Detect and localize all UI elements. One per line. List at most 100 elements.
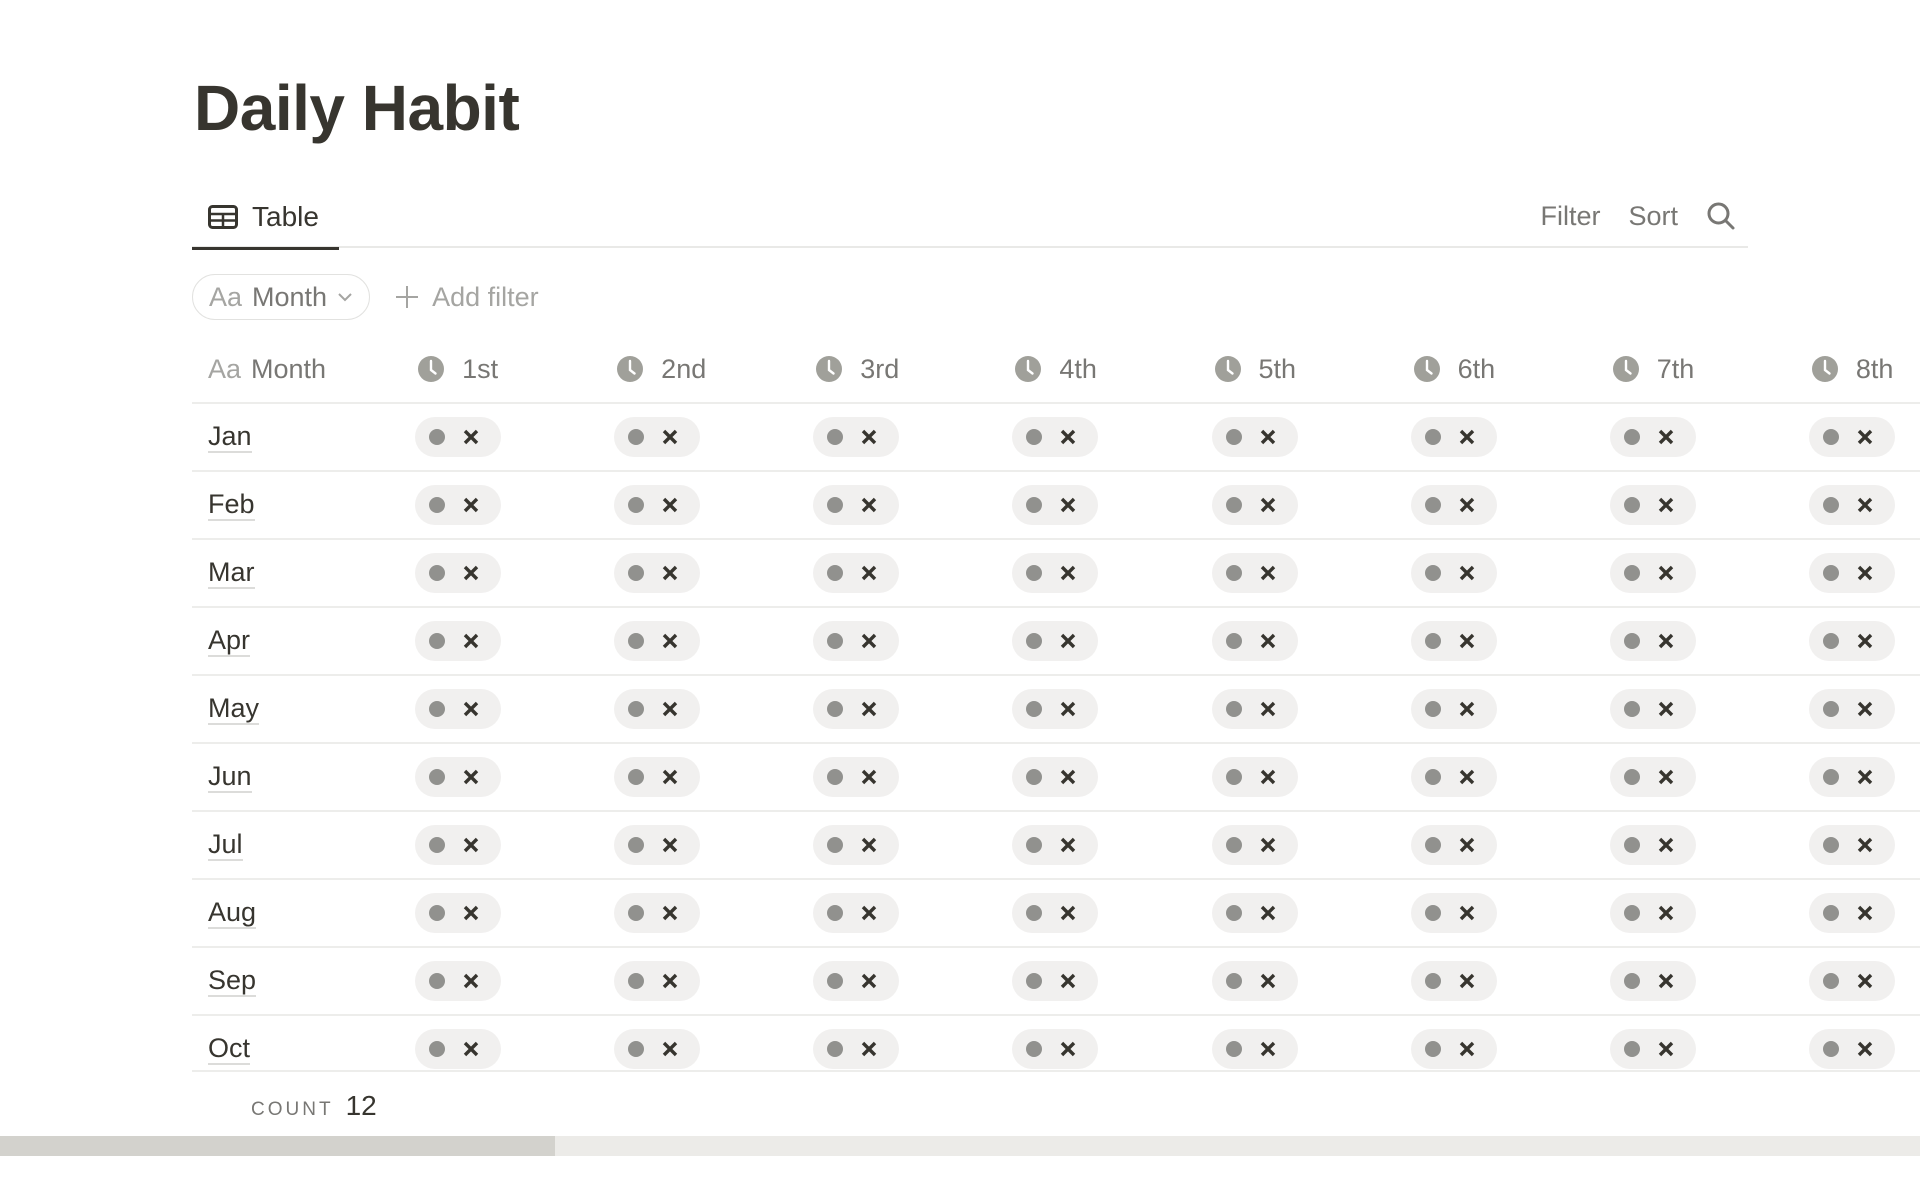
status-select[interactable] xyxy=(1012,1029,1099,1069)
month-link[interactable]: Jan xyxy=(208,421,252,453)
month-link[interactable]: Aug xyxy=(208,897,257,929)
status-select[interactable] xyxy=(1609,689,1696,729)
month-link[interactable]: Sep xyxy=(208,965,257,997)
status-select[interactable] xyxy=(614,1029,701,1069)
status-select[interactable] xyxy=(1410,553,1497,593)
status-select[interactable] xyxy=(813,961,900,1001)
status-select[interactable] xyxy=(1410,485,1497,525)
column-header-day[interactable]: 3rd xyxy=(797,336,996,402)
status-select[interactable] xyxy=(614,689,701,729)
month-filter-pill[interactable]: Aa Month xyxy=(192,274,371,320)
status-select[interactable] xyxy=(1211,825,1298,865)
month-link[interactable]: Jul xyxy=(208,829,243,861)
status-select[interactable] xyxy=(415,621,502,661)
status-select[interactable] xyxy=(1211,757,1298,797)
status-select[interactable] xyxy=(1211,961,1298,1001)
column-header-day[interactable]: 2nd xyxy=(598,336,797,402)
month-link[interactable]: Feb xyxy=(208,489,255,521)
status-select[interactable] xyxy=(1012,757,1099,797)
status-select[interactable] xyxy=(614,417,701,457)
status-select[interactable] xyxy=(614,621,701,661)
month-link[interactable]: Apr xyxy=(208,625,251,657)
status-select[interactable] xyxy=(1410,825,1497,865)
status-select[interactable] xyxy=(1211,417,1298,457)
scrollbar-thumb[interactable] xyxy=(0,1136,555,1156)
status-select[interactable] xyxy=(1410,961,1497,1001)
status-select[interactable] xyxy=(415,553,502,593)
status-select[interactable] xyxy=(813,621,900,661)
month-link[interactable]: Mar xyxy=(208,557,255,589)
status-select[interactable] xyxy=(1609,1029,1696,1069)
status-select[interactable] xyxy=(1808,485,1895,525)
status-select[interactable] xyxy=(1609,825,1696,865)
status-select[interactable] xyxy=(1609,621,1696,661)
status-select[interactable] xyxy=(1808,757,1895,797)
status-select[interactable] xyxy=(415,825,502,865)
status-select[interactable] xyxy=(1211,893,1298,933)
column-header-month[interactable]: Aa Month xyxy=(192,336,399,402)
column-header-day[interactable]: 1st xyxy=(399,336,598,402)
month-link[interactable]: May xyxy=(208,693,260,725)
status-select[interactable] xyxy=(1012,621,1099,661)
status-select[interactable] xyxy=(813,757,900,797)
status-select[interactable] xyxy=(813,417,900,457)
tab-table[interactable]: Table xyxy=(192,186,339,250)
status-select[interactable] xyxy=(1012,893,1099,933)
status-select[interactable] xyxy=(415,417,502,457)
status-select[interactable] xyxy=(415,961,502,1001)
sort-button[interactable]: Sort xyxy=(1628,201,1678,232)
status-select[interactable] xyxy=(1410,621,1497,661)
status-select[interactable] xyxy=(1808,621,1895,661)
add-filter-button[interactable]: Add filter xyxy=(394,282,539,313)
status-select[interactable] xyxy=(415,1029,502,1069)
status-select[interactable] xyxy=(1410,893,1497,933)
search-icon[interactable] xyxy=(1706,201,1736,231)
column-header-day[interactable]: 6th xyxy=(1395,336,1594,402)
status-select[interactable] xyxy=(1808,1029,1895,1069)
count-footer[interactable]: COUNT 12 xyxy=(251,1090,377,1122)
status-select[interactable] xyxy=(1609,961,1696,1001)
status-select[interactable] xyxy=(614,893,701,933)
status-select[interactable] xyxy=(614,961,701,1001)
status-select[interactable] xyxy=(415,757,502,797)
month-link[interactable]: Oct xyxy=(208,1033,251,1065)
status-select[interactable] xyxy=(1808,553,1895,593)
status-select[interactable] xyxy=(813,553,900,593)
status-select[interactable] xyxy=(1012,825,1099,865)
status-select[interactable] xyxy=(1211,485,1298,525)
status-select[interactable] xyxy=(614,553,701,593)
horizontal-scrollbar[interactable] xyxy=(0,1136,1920,1156)
status-select[interactable] xyxy=(1012,417,1099,457)
status-select[interactable] xyxy=(813,1029,900,1069)
status-select[interactable] xyxy=(1808,961,1895,1001)
status-select[interactable] xyxy=(1609,893,1696,933)
status-select[interactable] xyxy=(614,485,701,525)
month-link[interactable]: Jun xyxy=(208,761,252,793)
status-select[interactable] xyxy=(415,689,502,729)
column-header-day[interactable]: 7th xyxy=(1594,336,1793,402)
status-select[interactable] xyxy=(1609,417,1696,457)
status-select[interactable] xyxy=(1211,689,1298,729)
status-select[interactable] xyxy=(614,825,701,865)
status-select[interactable] xyxy=(813,485,900,525)
status-select[interactable] xyxy=(813,689,900,729)
status-select[interactable] xyxy=(1609,485,1696,525)
status-select[interactable] xyxy=(1808,417,1895,457)
status-select[interactable] xyxy=(1410,1029,1497,1069)
status-select[interactable] xyxy=(1211,1029,1298,1069)
status-select[interactable] xyxy=(1808,893,1895,933)
status-select[interactable] xyxy=(1410,757,1497,797)
status-select[interactable] xyxy=(1211,553,1298,593)
status-select[interactable] xyxy=(1012,689,1099,729)
status-select[interactable] xyxy=(1609,757,1696,797)
column-header-day[interactable]: 8th xyxy=(1793,336,1920,402)
status-select[interactable] xyxy=(813,825,900,865)
status-select[interactable] xyxy=(1012,961,1099,1001)
status-select[interactable] xyxy=(415,485,502,525)
status-select[interactable] xyxy=(1808,825,1895,865)
status-select[interactable] xyxy=(614,757,701,797)
status-select[interactable] xyxy=(415,893,502,933)
column-header-day[interactable]: 5th xyxy=(1196,336,1395,402)
status-select[interactable] xyxy=(1410,417,1497,457)
status-select[interactable] xyxy=(1808,689,1895,729)
